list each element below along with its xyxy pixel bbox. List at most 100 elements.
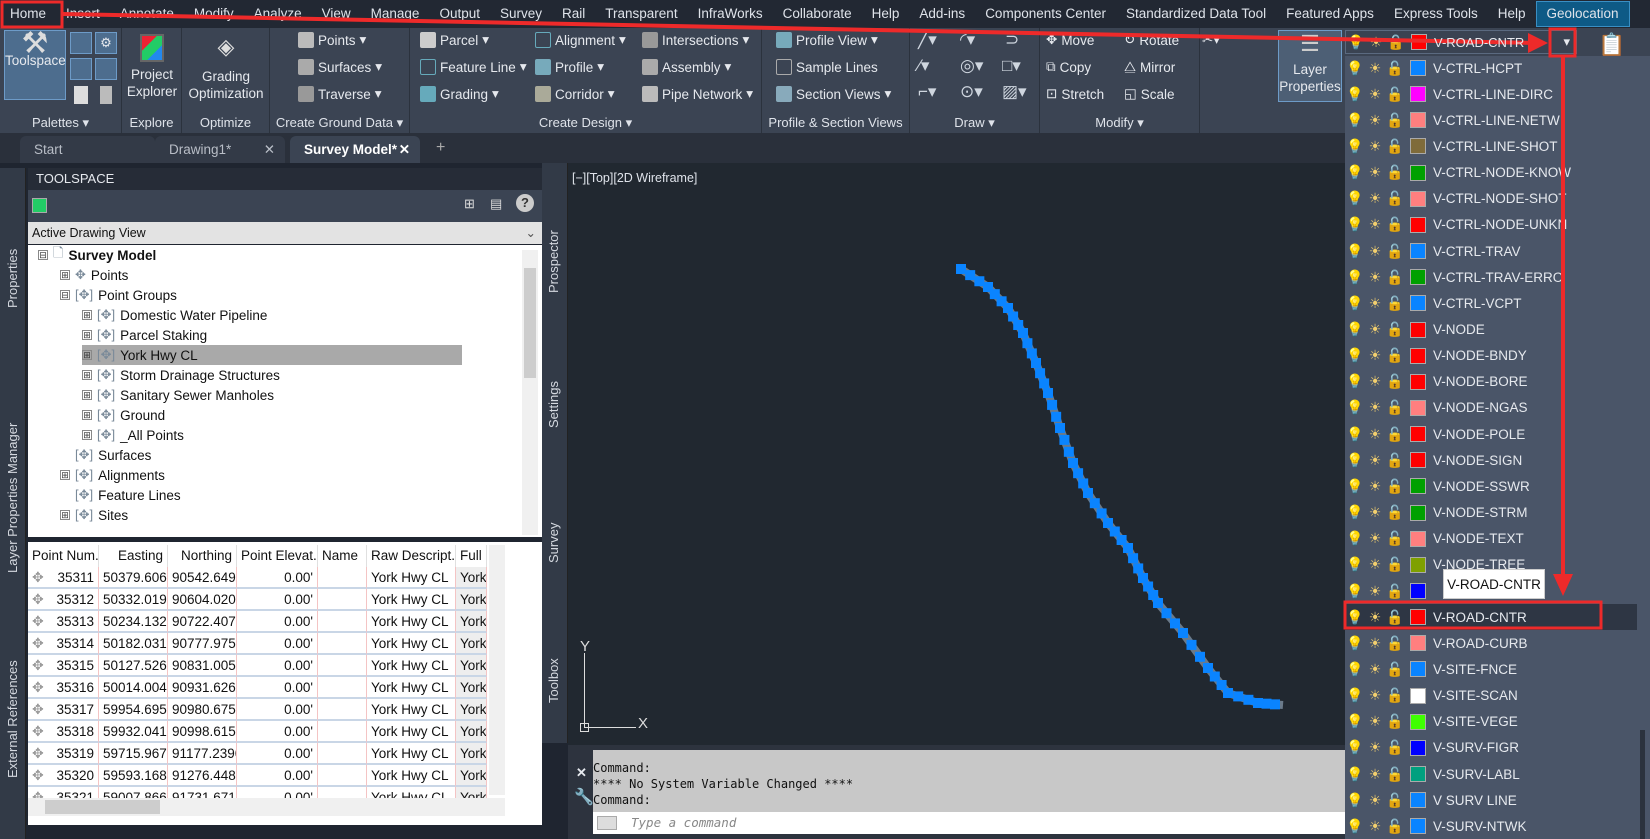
table-cell[interactable]: 90722.4070': [168, 611, 237, 633]
table-cell[interactable]: [318, 765, 367, 787]
lock-icon[interactable]: 🔓: [1385, 373, 1405, 390]
layer-row[interactable]: 💡 ☀ 🔓 V-NODE-SSWR: [1345, 473, 1635, 499]
circle-icon[interactable]: ◎▾: [960, 56, 983, 76]
expand-toggle-icon[interactable]: ⊞: [82, 370, 92, 380]
menu-geolocation[interactable]: Geolocation: [1535, 1, 1630, 27]
tree-node[interactable]: [✥] Feature Lines: [60, 485, 181, 505]
bulb-icon[interactable]: 💡: [1345, 661, 1365, 678]
pipe-network-button[interactable]: Pipe Network ▾: [642, 86, 753, 102]
expand-toggle-icon[interactable]: ⊞: [82, 330, 92, 340]
survey-point-marker[interactable]: [1043, 388, 1053, 398]
table-cell[interactable]: York Hwy CL: [367, 677, 456, 699]
hatch-icon[interactable]: ▨▾: [1002, 82, 1027, 102]
lock-icon[interactable]: 🔓: [1385, 295, 1405, 312]
profile-view-button[interactable]: Profile View ▾: [776, 32, 878, 48]
menu-annotate[interactable]: Annotate: [110, 0, 184, 28]
sun-icon[interactable]: ☀: [1365, 609, 1385, 626]
layer-color-swatch[interactable]: [1410, 530, 1426, 547]
expand-toggle-icon[interactable]: ⊞: [82, 390, 92, 400]
sun-icon[interactable]: ☀: [1365, 373, 1385, 390]
layer-color-swatch[interactable]: [1410, 739, 1426, 756]
survey-point-marker[interactable]: [1223, 688, 1233, 698]
table-cell[interactable]: York Hwy CL: [367, 611, 456, 633]
table-cell[interactable]: 59954.6950': [99, 699, 168, 721]
lock-icon[interactable]: 🔓: [1385, 818, 1405, 835]
new-tab-plus-icon[interactable]: +: [436, 139, 445, 157]
layer-row[interactable]: 💡 ☀ 🔓 V-NODE-STRM: [1345, 500, 1635, 526]
copy-button[interactable]: ⧉ Copy: [1046, 59, 1091, 75]
tab-survey-model[interactable]: Survey Model* ✕: [290, 136, 420, 163]
properties-palette-icon[interactable]: [70, 32, 92, 54]
survey-point-marker[interactable]: [1039, 378, 1050, 389]
ellipse-icon[interactable]: ⊙▾: [960, 82, 983, 102]
column-header[interactable]: Easting: [99, 545, 168, 567]
rectangle-icon[interactable]: □▾: [1002, 56, 1021, 76]
survey-point-marker[interactable]: [956, 264, 966, 274]
lock-icon[interactable]: 🔓: [1385, 321, 1405, 338]
layer-row[interactable]: 💡 ☀ 🔓 V SURV LINE: [1345, 787, 1635, 813]
table-cell[interactable]: 50332.0190': [99, 589, 168, 611]
layer-row[interactable]: 💡 ☀ 🔓 V-CTRL-LINE-DIRC: [1345, 81, 1635, 107]
menu-home[interactable]: Home: [0, 2, 57, 26]
tree-node[interactable]: ⊞ [✥] Sanitary Sewer Manholes: [82, 385, 274, 405]
survey-instrument-icon[interactable]: [70, 58, 92, 80]
lock-icon[interactable]: 🔓: [1385, 713, 1405, 730]
layer-color-swatch[interactable]: [1410, 399, 1426, 416]
layer-row[interactable]: 💡 ☀ 🔓 V-SURV-FIGR: [1345, 735, 1635, 761]
table-cell[interactable]: 0.00': [237, 611, 318, 633]
settings-tab[interactable]: Settings: [546, 381, 561, 428]
survey-point-marker[interactable]: [1133, 563, 1144, 574]
parcel-button[interactable]: Parcel ▾: [420, 32, 489, 48]
menu-output[interactable]: Output: [429, 0, 490, 28]
layer-color-swatch[interactable]: [1410, 818, 1426, 835]
table-cell[interactable]: [318, 699, 367, 721]
table-cell[interactable]: York: [456, 765, 487, 787]
layer-row[interactable]: 💡 ☀ 🔓 V-SURV-NTWK: [1345, 813, 1635, 839]
survey-point-marker[interactable]: [1047, 399, 1058, 410]
prospector-tab[interactable]: Prospector: [546, 230, 561, 293]
menu-transparent[interactable]: Transparent: [595, 0, 687, 28]
expand-toggle-icon[interactable]: ⊞: [60, 510, 70, 520]
table-cell[interactable]: York Hwy CL: [367, 699, 456, 721]
survey-point-marker[interactable]: [1078, 478, 1089, 489]
lock-icon[interactable]: 🔓: [1385, 452, 1405, 469]
sun-icon[interactable]: ☀: [1365, 452, 1385, 469]
bulb-icon[interactable]: 💡: [1345, 138, 1365, 155]
intersections-button[interactable]: Intersections ▾: [642, 32, 749, 48]
tree-connector[interactable]: [60, 450, 70, 460]
bulb-icon[interactable]: 💡: [1345, 583, 1365, 600]
menu-analyze[interactable]: Analyze: [244, 0, 312, 28]
close-icon[interactable]: ✕: [399, 136, 410, 163]
table-cell[interactable]: York Hwy CL: [367, 589, 456, 611]
lock-icon[interactable]: 🔓: [1385, 347, 1405, 364]
survey-point-marker[interactable]: [1233, 691, 1244, 702]
tree-node[interactable]: ⊟ [✥] Point Groups: [60, 285, 177, 305]
lock-icon[interactable]: 🔓: [1385, 86, 1405, 103]
modify-label[interactable]: Modify ▾: [1040, 113, 1199, 133]
layer-row[interactable]: 💡 ☀ 🔓 V-NODE-NGAS: [1345, 395, 1635, 421]
table-cell[interactable]: York: [456, 721, 487, 743]
settings-gear-icon[interactable]: ⚙: [95, 32, 117, 54]
tree-connector[interactable]: [60, 490, 70, 500]
column-header[interactable]: Point Num...: [28, 545, 99, 567]
sun-icon[interactable]: ☀: [1365, 766, 1385, 783]
survey-point-marker[interactable]: [1089, 498, 1100, 509]
survey-point-marker[interactable]: [1031, 358, 1041, 368]
polygon-icon[interactable]: ⌐▾: [918, 82, 936, 102]
rotate-button[interactable]: ↻ Rotate: [1124, 32, 1179, 48]
sun-icon[interactable]: ☀: [1365, 112, 1385, 129]
assembly-button[interactable]: Assembly ▾: [642, 59, 731, 75]
bulb-icon[interactable]: 💡: [1345, 216, 1365, 233]
bulb-icon[interactable]: 💡: [1345, 635, 1365, 652]
bulb-icon[interactable]: 💡: [1345, 766, 1365, 783]
sun-icon[interactable]: ☀: [1365, 60, 1385, 77]
survey-point-marker[interactable]: [1161, 608, 1172, 619]
table-cell[interactable]: 59932.0410': [99, 721, 168, 743]
layer-color-swatch[interactable]: [1410, 713, 1426, 730]
lock-icon[interactable]: 🔓: [1385, 687, 1405, 704]
survey-point-marker[interactable]: [1123, 543, 1133, 553]
table-cell[interactable]: York: [456, 655, 487, 677]
layer-row[interactable]: 💡 ☀ 🔓 V-CTRL-HCPT: [1345, 55, 1635, 81]
table-cell[interactable]: 50014.0040': [99, 677, 168, 699]
survey-point-marker[interactable]: [1063, 446, 1074, 457]
